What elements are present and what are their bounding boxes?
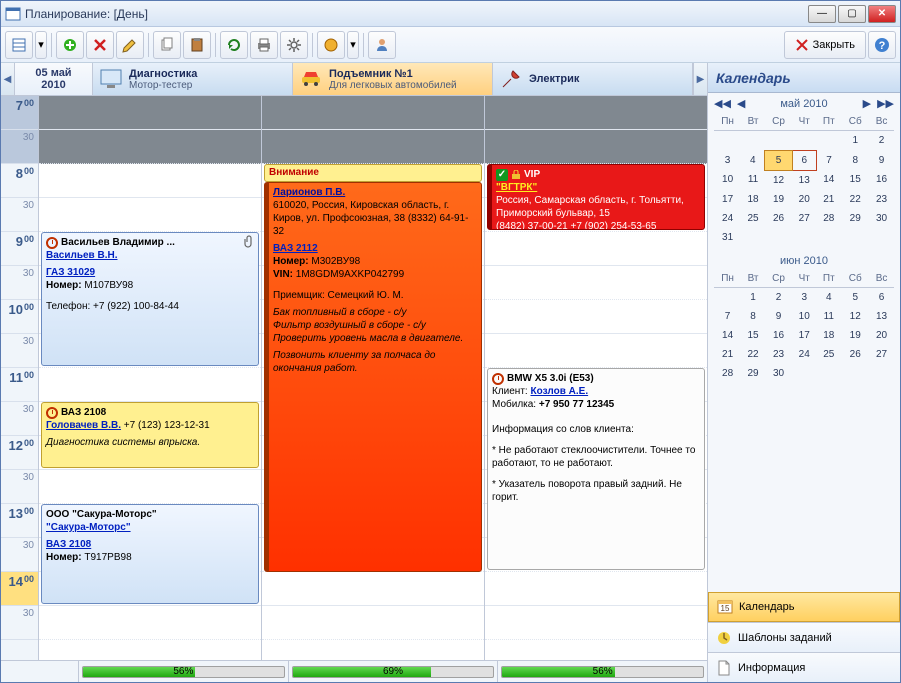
date-next-button[interactable]: ▶ <box>693 63 707 95</box>
monitor-icon <box>99 67 123 91</box>
load-cell-diagnostics: 56% <box>79 661 289 682</box>
resource-col-electric[interactable]: ✓ VIP "ВГТРК" Россия, Самарская область,… <box>485 96 707 660</box>
close-button[interactable]: Закрыть <box>784 31 866 59</box>
appt-sakura[interactable]: ООО "Сакура-Моторс" "Сакура-Моторс" ВАЗ … <box>41 504 259 604</box>
view-dropdown[interactable]: ▾ <box>35 31 47 59</box>
clock-icon <box>46 407 58 419</box>
view-button[interactable] <box>5 31 33 59</box>
appt-attention-head[interactable]: Внимание <box>264 164 482 182</box>
copy-button[interactable] <box>153 31 181 59</box>
clock-icon <box>46 237 58 249</box>
help-button[interactable]: ? <box>868 31 896 59</box>
car-link[interactable]: ВАЗ 2112 <box>273 242 318 255</box>
sidebar-item-templates[interactable]: Шаблоны заданий <box>708 622 900 652</box>
paste-button[interactable] <box>183 31 211 59</box>
globe-dropdown[interactable]: ▾ <box>347 31 359 59</box>
load-cell-electric: 56% <box>498 661 707 682</box>
titlebar: Планирование: [День] — ▢ ✕ <box>1 1 900 27</box>
load-bar: 56% 69% 56% <box>1 660 707 682</box>
wrench-icon <box>499 67 523 91</box>
appt-bmw[interactable]: BMW X5 3.0i (E53) Клиент: Козлов А.Е. Мо… <box>487 368 705 570</box>
document-icon <box>716 660 732 676</box>
sidebar: Календарь ◀◀ ◀ май 2010 ▶ ▶▶ ПнВтСрЧтПтС… <box>708 63 900 682</box>
client-link[interactable]: "Сакура-Моторс" <box>46 522 131 533</box>
client-link[interactable]: "ВГТРК" <box>496 182 537 193</box>
templates-icon <box>716 630 732 646</box>
add-button[interactable] <box>56 31 84 59</box>
cal-next-fast[interactable]: ▶▶ <box>877 97 894 110</box>
cal-prev[interactable]: ◀ <box>737 97 745 110</box>
lock-icon <box>511 170 521 180</box>
resource-header-electric[interactable]: Электрик <box>493 63 693 95</box>
cal-day-selected[interactable]: 5 <box>765 150 792 170</box>
car-link[interactable]: ВАЗ 2108 <box>46 538 91 551</box>
current-date[interactable]: 05 май2010 <box>15 63 93 95</box>
svg-text:?: ? <box>879 40 886 52</box>
clock-icon <box>492 373 504 385</box>
time-column: 700 30 800 30 900 30 1000 30 1100 30 120… <box>1 96 39 660</box>
window-close-button[interactable]: ✕ <box>868 5 896 23</box>
resource-header-diagnostics[interactable]: ДиагностикаМотор-тестер <box>93 63 293 95</box>
sidebar-item-calendar[interactable]: 15 Календарь <box>708 592 900 622</box>
sidebar-item-info[interactable]: Информация <box>708 652 900 682</box>
app-icon <box>5 6 21 22</box>
cal-next[interactable]: ▶ <box>863 97 871 110</box>
settings-button[interactable] <box>280 31 308 59</box>
date-prev-button[interactable]: ◀ <box>1 63 15 95</box>
schedule: ◀ 05 май2010 ДиагностикаМотор-тестер Под… <box>1 63 708 682</box>
client-link[interactable]: Васильев В.Н. <box>46 250 117 261</box>
appt-vaz2108[interactable]: ВАЗ 2108 Головачев В.В. +7 (123) 123-12-… <box>41 402 259 468</box>
sidebar-title: Календарь <box>708 63 900 93</box>
client-link[interactable]: Ларионов П.В. <box>273 187 345 198</box>
appt-vip[interactable]: ✓ VIP "ВГТРК" Россия, Самарская область,… <box>487 164 705 230</box>
mini-calendar-may: ◀◀ ◀ май 2010 ▶ ▶▶ ПнВтСрЧтПтСбВс 12 345… <box>708 93 900 251</box>
resource-header-lift[interactable]: Подъемник №1Для легковых автомобилей <box>293 63 493 95</box>
toolbar: ▾ ▾ Закрыть ? <box>1 27 900 63</box>
car-icon <box>299 67 323 91</box>
delete-button[interactable] <box>86 31 114 59</box>
maximize-button[interactable]: ▢ <box>838 5 866 23</box>
mini-calendar-june: июн 2010 ПнВтСрЧтПтСбВс 123456 789101112… <box>708 251 900 387</box>
print-button[interactable] <box>250 31 278 59</box>
close-label: Закрыть <box>813 39 855 51</box>
cal-day-today[interactable]: 6 <box>792 150 816 170</box>
resource-col-diagnostics[interactable]: Васильев Владимир ... Васильев В.Н. ГАЗ … <box>39 96 262 660</box>
svg-text:15: 15 <box>721 604 730 613</box>
calendar-icon: 15 <box>717 599 733 615</box>
resource-col-lift[interactable]: Внимание Ларионов П.В. 610020, Россия, К… <box>262 96 485 660</box>
car-link[interactable]: ГАЗ 31029 <box>46 266 95 279</box>
minimize-button[interactable]: — <box>808 5 836 23</box>
check-icon: ✓ <box>496 169 508 181</box>
paperclip-icon <box>244 235 256 249</box>
window-title: Планирование: [День] <box>25 7 808 21</box>
client-link[interactable]: Головачев В.В. <box>46 420 121 431</box>
user-button[interactable] <box>368 31 396 59</box>
load-cell-lift: 69% <box>289 661 499 682</box>
appt-attention[interactable]: Ларионов П.В. 610020, Россия, Кировская … <box>264 182 482 572</box>
appt-vasilyev[interactable]: Васильев Владимир ... Васильев В.Н. ГАЗ … <box>41 232 259 366</box>
client-link[interactable]: Козлов А.Е. <box>530 386 588 397</box>
refresh-button[interactable] <box>220 31 248 59</box>
close-icon <box>795 38 809 52</box>
edit-button[interactable] <box>116 31 144 59</box>
cal-prev-fast[interactable]: ◀◀ <box>714 97 731 110</box>
globe-button[interactable] <box>317 31 345 59</box>
